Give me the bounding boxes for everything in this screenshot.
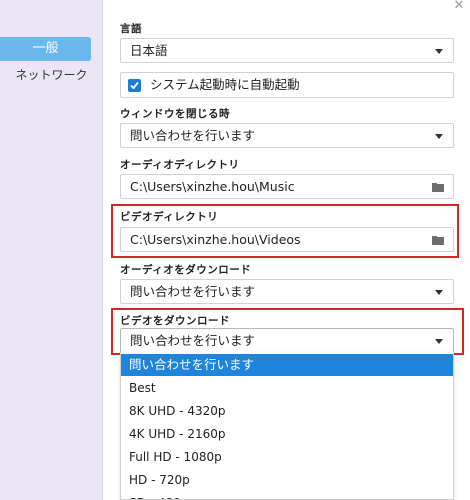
chevron-down-icon: [435, 134, 443, 139]
option-4k[interactable]: 4K UHD - 2160p: [121, 423, 453, 445]
audio-download-select[interactable]: 問い合わせを行います: [120, 279, 454, 304]
chevron-down-icon: [435, 290, 443, 295]
video-dir-value: C:\Users\xinzhe.hou\Videos: [130, 232, 301, 247]
audio-dir-value: C:\Users\xinzhe.hou\Music: [130, 179, 295, 194]
video-dir-label: ビデオディレクトリ: [120, 211, 219, 223]
language-value: 日本語: [130, 43, 168, 58]
option-best[interactable]: Best: [121, 377, 453, 399]
option-1080p[interactable]: Full HD - 1080p: [121, 446, 453, 468]
chevron-down-icon: [435, 339, 443, 344]
startup-checkbox-row[interactable]: システム起動時に自動起動: [120, 72, 454, 98]
option-ask[interactable]: 問い合わせを行います: [121, 354, 453, 376]
video-download-select[interactable]: 問い合わせを行います: [120, 328, 454, 353]
sidebar-item-general[interactable]: 一般: [0, 37, 91, 61]
option-720p[interactable]: HD - 720p: [121, 469, 453, 491]
close-window-select[interactable]: 問い合わせを行います: [120, 123, 454, 148]
sidebar: 一般 ネットワーク: [0, 0, 103, 500]
folder-icon[interactable]: [432, 182, 444, 192]
audio-dir-label: オーディオディレクトリ: [120, 159, 240, 171]
startup-checkbox-label: システム起動時に自動起動: [150, 77, 300, 92]
language-label: 言語: [120, 23, 142, 35]
language-select[interactable]: 日本語: [120, 38, 454, 63]
sidebar-item-network[interactable]: ネットワーク: [0, 66, 103, 84]
video-dir-field[interactable]: C:\Users\xinzhe.hou\Videos: [120, 227, 454, 252]
startup-checkbox[interactable]: [128, 79, 141, 92]
video-download-options: 問い合わせを行います Best 8K UHD - 4320p 4K UHD - …: [120, 352, 454, 500]
video-download-label: ビデオをダウンロード: [120, 315, 230, 327]
checkmark-icon: [130, 81, 139, 90]
chevron-down-icon: [435, 49, 443, 54]
folder-icon[interactable]: [432, 235, 444, 245]
audio-dir-field[interactable]: C:\Users\xinzhe.hou\Music: [120, 174, 454, 199]
audio-download-value: 問い合わせを行います: [130, 284, 256, 299]
close-window-value: 問い合わせを行います: [130, 128, 256, 143]
audio-download-label: オーディオをダウンロード: [120, 264, 252, 276]
video-download-value: 問い合わせを行います: [130, 333, 256, 348]
close-window-label: ウィンドウを閉じる時: [120, 108, 230, 120]
close-icon[interactable]: ✕: [452, 0, 466, 14]
option-480p[interactable]: SD - 480p: [121, 492, 453, 499]
option-8k[interactable]: 8K UHD - 4320p: [121, 400, 453, 422]
